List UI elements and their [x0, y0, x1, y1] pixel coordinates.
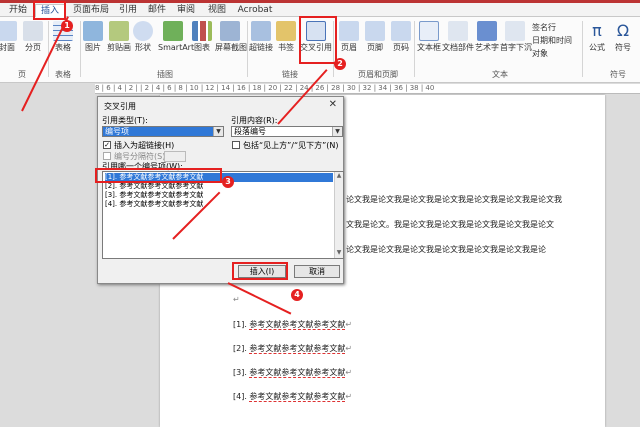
reference-item[interactable]: [1]. 参考文献参考文献参考文献↵: [233, 320, 352, 330]
header-icon: [339, 21, 359, 41]
drop-cap-icon: [505, 21, 525, 41]
reference-item[interactable]: [4]. 参考文献参考文献参考文献↵: [233, 392, 352, 402]
step-badge: 1: [61, 20, 73, 32]
screenshot-icon: [220, 21, 240, 41]
highlight-insert-button: [232, 262, 288, 280]
reference-item[interactable]: [3]. 参考文献参考文献参考文献↵: [233, 368, 352, 378]
list-item[interactable]: [4]. 参考文献参考文献参考文献: [105, 200, 333, 209]
page-break-icon: [23, 21, 43, 41]
tab-mailings[interactable]: 邮件: [144, 4, 170, 17]
horizontal-ruler[interactable]: 8 | 6 | 4 | 2 | | 2 | 4 | 6 | 8 | 10 | 1…: [95, 84, 640, 94]
chevron-down-icon: ▼: [332, 127, 342, 136]
highlight-cross-reference: [299, 16, 337, 64]
chevron-down-icon: ▼: [213, 127, 223, 136]
bookmark-button[interactable]: 书签: [273, 21, 299, 53]
highlight-insert-tab: [33, 1, 66, 20]
ribbon-tab-bar: 开始 插入 页面布局 引用 邮件 审阅 视图 Acrobat: [0, 3, 640, 18]
cancel-button[interactable]: 取消: [294, 265, 340, 278]
tab-page-layout[interactable]: 页面布局: [70, 4, 112, 17]
reference-item[interactable]: [2]. 参考文献参考文献参考文献↵: [233, 344, 352, 354]
header-button[interactable]: 页眉: [336, 21, 362, 53]
group-divider: [414, 21, 415, 77]
step-badge: 4: [291, 289, 303, 301]
signature-line-button[interactable]: 签名行: [532, 23, 556, 33]
tab-acrobat[interactable]: Acrobat: [235, 4, 275, 17]
highlight-list-item: [95, 168, 222, 183]
omega-icon: Ω: [616, 21, 630, 40]
hyperlink-button[interactable]: 超链接: [248, 21, 274, 53]
cover-page-button[interactable]: 封面: [0, 21, 20, 53]
reference-type-label: 引用类型(T):: [102, 116, 148, 125]
dialog-title: 交叉引用: [104, 102, 136, 111]
separator-checkbox[interactable]: [103, 152, 111, 160]
cross-reference-dialog: 交叉引用 ✕ 引用类型(T): 编号项 ▼ 引用内容(R): 段落编号 ▼ ✓ 插入…: [97, 96, 344, 284]
reference-type-select[interactable]: 编号项 ▼: [102, 126, 224, 137]
smartart-button[interactable]: SmartArt: [158, 21, 194, 53]
text-box-button[interactable]: 文本框: [416, 21, 442, 53]
scroll-down-icon[interactable]: ▼: [335, 249, 343, 258]
group-divider: [48, 21, 49, 77]
page-number-button[interactable]: 页码: [388, 21, 414, 53]
insert-hyperlink-label: 插入为超链接(H): [114, 141, 175, 150]
picture-icon: [83, 21, 103, 41]
group-label-links: 链接: [282, 70, 298, 79]
include-above-below-label: 包括“见上方”/“见下方”(N): [243, 141, 339, 150]
shapes-button[interactable]: 形状: [130, 21, 156, 53]
paragraph-mark: ↵: [233, 295, 240, 304]
quick-parts-button[interactable]: 文档部件: [442, 21, 474, 53]
chart-button[interactable]: 图表: [189, 21, 215, 53]
smartart-icon: [163, 21, 183, 41]
tab-home[interactable]: 开始: [4, 4, 32, 17]
group-label-header-footer: 页眉和页脚: [358, 70, 398, 79]
drop-cap-button[interactable]: 首字下沉: [500, 21, 532, 53]
scroll-up-icon[interactable]: ▲: [335, 172, 343, 181]
group-label-text: 文本: [492, 70, 508, 79]
group-label-symbols: 符号: [610, 70, 626, 79]
hyperlink-icon: [251, 21, 271, 41]
wordart-icon: [477, 21, 497, 41]
wordart-button[interactable]: 艺术字: [474, 21, 500, 53]
word-window: 开始 插入 页面布局 引用 邮件 审阅 视图 Acrobat 封面 分页 表格 …: [0, 0, 640, 427]
group-label-table: 表格: [55, 70, 71, 79]
footer-icon: [365, 21, 385, 41]
object-button[interactable]: 对象: [532, 49, 548, 59]
group-label-illustrations: 插图: [157, 70, 173, 79]
step-badge: 3: [222, 176, 234, 188]
clip-art-icon: [109, 21, 129, 41]
clip-art-button[interactable]: 剪贴画: [106, 21, 132, 53]
footer-button[interactable]: 页脚: [362, 21, 388, 53]
body-paragraph[interactable]: 论文我是论文我是论文我是论文我是论文我是论文我是论文我: [346, 195, 562, 205]
insert-hyperlink-checkbox[interactable]: ✓: [103, 141, 111, 149]
tab-references[interactable]: 引用: [115, 4, 141, 17]
screenshot-button[interactable]: 屏幕截图: [215, 21, 247, 53]
cover-page-icon: [0, 21, 17, 41]
reference-content-select[interactable]: 段落编号 ▼: [231, 126, 343, 137]
step-badge: 2: [334, 58, 346, 70]
date-time-button[interactable]: 日期和时间: [532, 36, 572, 46]
list-item[interactable]: [2]. 参考文献参考文献参考文献: [105, 182, 333, 191]
include-above-below-checkbox[interactable]: [232, 141, 240, 149]
tab-view[interactable]: 视图: [204, 4, 230, 17]
close-icon[interactable]: ✕: [329, 99, 337, 110]
shapes-icon: [133, 21, 153, 41]
group-divider: [582, 21, 583, 77]
reference-content-label: 引用内容(R):: [231, 116, 278, 125]
tab-review[interactable]: 审阅: [173, 4, 199, 17]
list-scrollbar[interactable]: ▲ ▼: [334, 172, 343, 258]
chart-icon: [192, 21, 212, 41]
pi-icon: π: [592, 21, 602, 40]
equation-button[interactable]: π 公式: [584, 21, 610, 53]
page-break-button[interactable]: 分页: [20, 21, 46, 53]
body-paragraph[interactable]: 论文我是论文我是论文我是论文我是论文我是论文我是论: [346, 245, 546, 255]
bookmark-icon: [276, 21, 296, 41]
text-box-icon: [419, 21, 439, 41]
body-paragraph[interactable]: 文我是论文。我是论文我是论文我是论文我是论文我是论文: [346, 220, 554, 230]
symbol-button[interactable]: Ω 符号: [610, 21, 636, 53]
quick-parts-icon: [448, 21, 468, 41]
page-number-icon: [391, 21, 411, 41]
picture-button[interactable]: 图片: [80, 21, 106, 53]
